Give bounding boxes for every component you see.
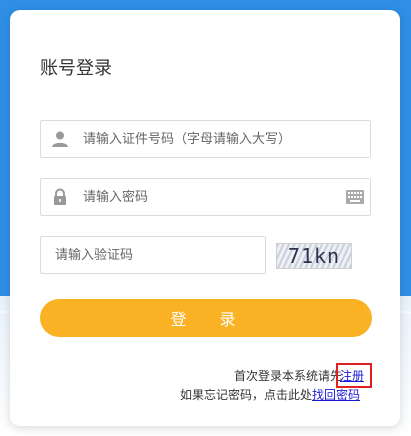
login-title: 账号登录 <box>40 58 112 79</box>
forgot-password-hint: 如果忘记密码，点击此处找回密码 <box>180 386 360 403</box>
forgot-password-link[interactable]: 找回密码 <box>312 388 360 402</box>
captcha-input[interactable] <box>53 237 262 273</box>
register-highlight-box: 注册 <box>335 363 372 388</box>
user-icon <box>52 131 68 147</box>
login-button[interactable]: 登 录 <box>40 299 372 337</box>
login-card: 账号登录 71kn 登 录 首次登录本系统请先注册 <box>10 10 400 426</box>
keyboard-icon[interactable] <box>346 190 364 204</box>
register-link[interactable]: 注册 <box>340 369 364 383</box>
lock-icon <box>54 188 66 205</box>
register-prefix: 首次登录本系统请先 <box>233 369 342 383</box>
password-field[interactable] <box>40 178 371 216</box>
id-number-input[interactable] <box>81 121 370 157</box>
forgot-prefix: 如果忘记密码，点击此处 <box>179 388 312 402</box>
captcha-image-text: 71kn <box>287 244 341 268</box>
password-input[interactable] <box>81 179 335 215</box>
captcha-field[interactable] <box>40 236 266 274</box>
register-hint: 首次登录本系统请先注册 <box>234 363 372 388</box>
id-number-field[interactable] <box>40 120 371 158</box>
captcha-image[interactable]: 71kn <box>276 243 352 269</box>
